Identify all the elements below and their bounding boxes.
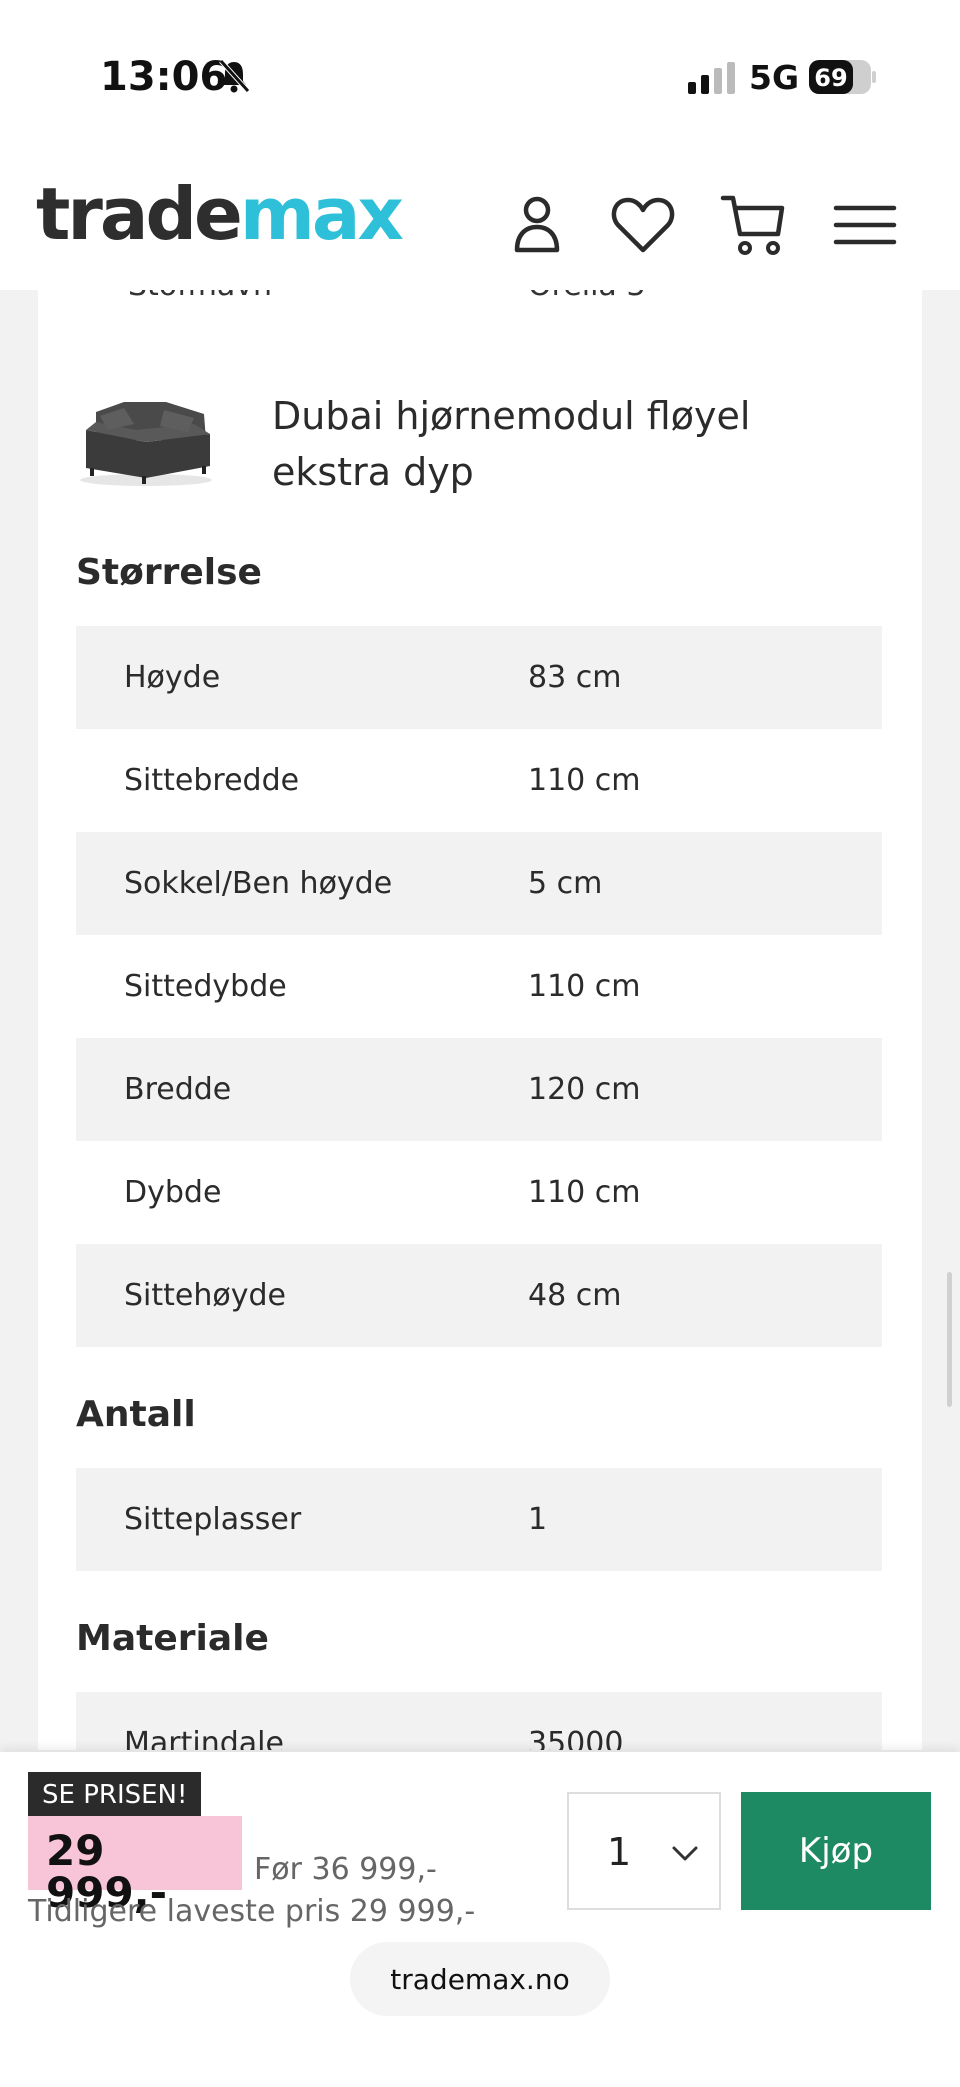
spec-row: Sittebredde 110 cm xyxy=(76,729,882,832)
battery-level: 69 xyxy=(814,64,847,92)
spec-row: Martindale 35000 xyxy=(76,1692,882,1750)
logo-trade: trade xyxy=(36,172,243,256)
spec-label: Sittedybde xyxy=(124,969,287,1004)
heart-icon[interactable] xyxy=(608,190,678,260)
spec-label: Sitteplasser xyxy=(124,1502,302,1537)
size-spec-table: Høyde 83 cm Sittebredde 110 cm Sokkel/Ben … xyxy=(76,626,882,1347)
url-bar[interactable]: trademax.no xyxy=(350,1942,610,2016)
logo-max: max xyxy=(239,172,404,256)
spec-row: Sitteplasser 1 xyxy=(76,1468,882,1571)
spec-value: 1 xyxy=(528,1502,548,1537)
section-title-size: Størrelse xyxy=(76,552,262,593)
spec-row: Sittehøyde 48 cm xyxy=(76,1244,882,1347)
product-spec-card: Stoffnavn Orella 3 Dubai hjørnemodul flø… xyxy=(38,290,922,1750)
page-scrollbar[interactable] xyxy=(947,1272,952,1407)
spec-row: Bredde 120 cm xyxy=(76,1038,882,1141)
cart-icon[interactable] xyxy=(718,190,788,260)
spec-value: 5 cm xyxy=(528,866,603,901)
signal-icon xyxy=(688,62,735,94)
section-title-count: Antall xyxy=(76,1394,196,1435)
spec-label: Martindale xyxy=(124,1726,284,1750)
bell-muted-icon xyxy=(219,59,250,93)
spec-row: Høyde 83 cm xyxy=(76,626,882,729)
spec-label: Stoffnavn xyxy=(128,290,272,303)
purchase-bar: SE PRISEN! 29 999,- Før 36 999,- Tidlige… xyxy=(0,1752,960,2087)
spec-row: Sokkel/Ben høyde 5 cm xyxy=(76,832,882,935)
product-title[interactable]: Dubai hjørnemodul fløyel ekstra dyp xyxy=(272,388,872,500)
current-price: 29 999,- xyxy=(28,1816,242,1914)
spec-value: 110 cm xyxy=(528,763,641,798)
spec-label: Dybde xyxy=(124,1175,222,1210)
quantity-value: 1 xyxy=(607,1830,632,1874)
status-bar: 13:06 5G 69 xyxy=(0,0,960,150)
spec-value: 35000 xyxy=(528,1726,624,1750)
trademax-logo[interactable]: trademax xyxy=(36,178,404,250)
spec-row-partial: Stoffnavn Orella 3 xyxy=(128,290,828,308)
battery-icon: 69 xyxy=(809,60,876,94)
count-spec-table: Sitteplasser 1 xyxy=(76,1468,882,1571)
price-badge: SE PRISEN! xyxy=(28,1772,202,1816)
spec-value: 83 cm xyxy=(528,660,622,695)
spec-label: Sittehøyde xyxy=(124,1278,286,1313)
spec-value: 120 cm xyxy=(528,1072,641,1107)
spec-row: Dybde 110 cm xyxy=(76,1141,882,1244)
spec-label: Sokkel/Ben høyde xyxy=(124,866,393,901)
lowest-price-note: Tidligere laveste pris 29 999,- xyxy=(28,1894,476,1929)
spec-row: Sittedybde 110 cm xyxy=(76,935,882,1038)
network-type: 5G xyxy=(749,58,800,97)
spec-label: Bredde xyxy=(124,1072,232,1107)
quantity-select[interactable]: 1 xyxy=(567,1792,721,1910)
buy-button[interactable]: Kjøp xyxy=(741,1792,931,1910)
account-icon[interactable] xyxy=(502,190,572,260)
section-title-material: Materiale xyxy=(76,1618,269,1659)
spec-label: Sittebredde xyxy=(124,763,300,798)
material-spec-table: Martindale 35000 xyxy=(76,1692,882,1750)
spec-label: Høyde xyxy=(124,660,221,695)
spec-value: 110 cm xyxy=(528,969,641,1004)
before-price: Før 36 999,- xyxy=(254,1852,437,1887)
site-header: trademax xyxy=(0,150,960,290)
product-thumbnail xyxy=(80,402,212,486)
spec-value: 110 cm xyxy=(528,1175,641,1210)
status-time: 13:06 xyxy=(100,54,228,100)
menu-icon[interactable] xyxy=(830,190,900,260)
spec-value: 48 cm xyxy=(528,1278,622,1313)
chevron-down-icon xyxy=(672,1846,698,1861)
spec-value: Orella 3 xyxy=(528,290,645,303)
